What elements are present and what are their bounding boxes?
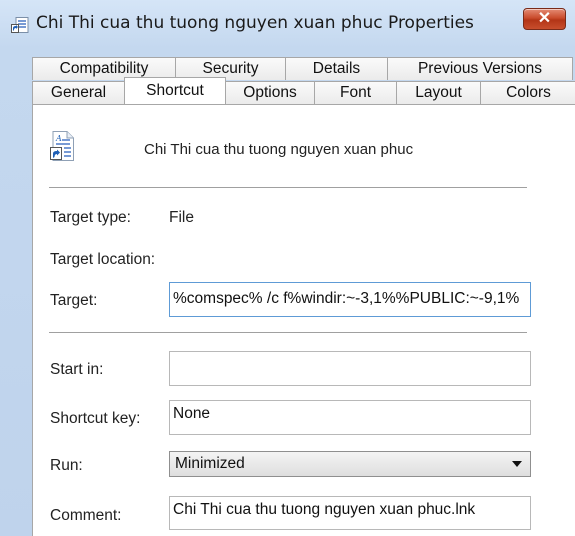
shortcut-key-label: Shortcut key: xyxy=(50,410,141,427)
target-label: Target: xyxy=(50,292,98,309)
tab-row-bottom: General Shortcut Options Font Layout Col… xyxy=(32,77,575,104)
target-type-label: Target type: xyxy=(50,209,131,226)
divider xyxy=(49,332,527,333)
window-title: Chi Thi cua thu tuong nguyen xuan phuc P… xyxy=(36,13,474,33)
title-bar[interactable]: Chi Thi cua thu tuong nguyen xuan phuc P… xyxy=(0,0,575,46)
target-type-value: File xyxy=(169,209,194,226)
tab-general[interactable]: General xyxy=(32,81,125,104)
tab-options[interactable]: Options xyxy=(225,81,315,104)
tab-details[interactable]: Details xyxy=(285,57,388,80)
comment-input[interactable]: Chi Thi cua thu tuong nguyen xuan phuc.l… xyxy=(169,496,531,530)
tab-row-top: Compatibility Security Details Previous … xyxy=(32,57,573,80)
tab-font[interactable]: Font xyxy=(314,81,397,104)
run-select-value: Minimized xyxy=(175,455,245,472)
tab-shortcut[interactable]: Shortcut xyxy=(124,77,226,104)
tab-previous-versions[interactable]: Previous Versions xyxy=(387,57,573,80)
run-select[interactable]: Minimized xyxy=(169,451,531,477)
start-in-input[interactable] xyxy=(169,351,531,386)
run-label: Run: xyxy=(50,457,83,474)
comment-label: Comment: xyxy=(50,507,122,524)
properties-window: Chi Thi cua thu tuong nguyen xuan phuc P… xyxy=(0,0,575,536)
shortcut-key-input[interactable]: None xyxy=(169,400,531,435)
tab-colors[interactable]: Colors xyxy=(480,81,575,104)
file-name: Chi Thi cua thu tuong nguyen xuan phuc xyxy=(144,141,414,158)
target-input[interactable]: %comspec% /c f%windir:~-3,1%%PUBLIC:~-9,… xyxy=(169,282,531,317)
tab-layout[interactable]: Layout xyxy=(396,81,481,104)
shortcut-file-icon xyxy=(11,17,29,33)
close-button[interactable]: ✕ xyxy=(523,8,566,30)
chevron-down-icon xyxy=(512,461,522,467)
shortcut-document-icon: A xyxy=(50,131,74,161)
shortcut-tab-panel: A Chi Thi cua thu tuong nguyen xuan phuc… xyxy=(32,104,575,536)
start-in-label: Start in: xyxy=(50,361,104,378)
target-location-label: Target location: xyxy=(50,251,156,268)
svg-text:A: A xyxy=(55,134,62,143)
close-x-icon: ✕ xyxy=(537,10,552,27)
divider xyxy=(49,187,527,188)
